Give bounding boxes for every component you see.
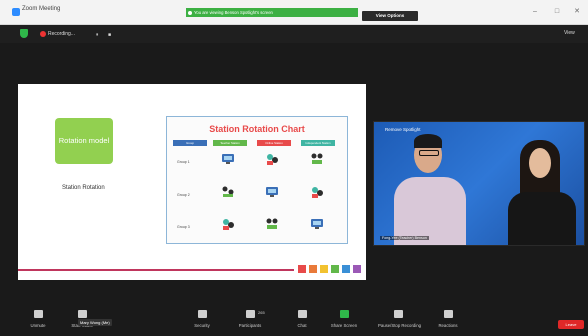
students-reading-icon xyxy=(266,218,278,229)
interpreter-face xyxy=(529,148,551,178)
column-header-teacher: Teacher Station xyxy=(213,140,247,146)
speaker-hair xyxy=(414,134,442,148)
microphone-muted-icon xyxy=(33,310,43,318)
computer-icon xyxy=(222,154,234,164)
participant-video[interactable] xyxy=(373,121,585,246)
recording-label: Recording... xyxy=(48,31,75,37)
students-reading-icon xyxy=(311,153,323,164)
window-title: Zoom Meeting xyxy=(22,6,61,12)
participants-label: Participants xyxy=(238,323,262,328)
teacher-group-icon xyxy=(223,219,234,230)
meeting-top-bar xyxy=(0,25,588,43)
share-screen-label: Share Screen xyxy=(330,323,358,328)
chart-title: Station Rotation Chart xyxy=(209,124,305,134)
participants-count: 265 xyxy=(258,310,265,315)
shared-screen-slide: Rotation model Station Rotation Station … xyxy=(18,84,366,280)
security-label: Security xyxy=(194,323,210,328)
pause-stop-icon xyxy=(393,310,403,318)
group-3-label: Group 3 xyxy=(177,225,190,229)
zoom-logo-icon xyxy=(12,8,20,16)
chat-button[interactable]: Chat xyxy=(282,310,322,328)
group-2-label: Group 2 xyxy=(177,193,190,197)
color-swatch xyxy=(353,265,361,273)
view-options-button[interactable]: View Options xyxy=(362,11,418,21)
color-swatch xyxy=(298,265,306,273)
speaker-figure xyxy=(394,177,466,245)
maximize-button[interactable]: □ xyxy=(552,8,562,16)
group-1-label: Group 1 xyxy=(177,160,190,164)
reactions-button[interactable]: Reactions xyxy=(428,310,468,328)
leave-button[interactable]: Leave xyxy=(558,320,584,329)
chat-label: Chat xyxy=(297,323,307,328)
pause-recording-icon[interactable]: ⏸ xyxy=(96,32,99,38)
camera-off-icon xyxy=(77,310,87,318)
encryption-shield-icon[interactable] xyxy=(20,29,28,38)
shield-icon xyxy=(197,310,207,318)
color-swatch xyxy=(342,265,350,273)
unmute-button[interactable]: Unmute xyxy=(18,310,58,328)
station-rotation-label: Station Rotation xyxy=(62,185,105,191)
color-swatch xyxy=(331,265,339,273)
reactions-icon xyxy=(443,310,453,318)
stop-recording-icon[interactable]: ■ xyxy=(108,32,111,38)
teacher-group-icon xyxy=(267,154,278,165)
computer-icon xyxy=(266,187,278,197)
view-button[interactable]: View xyxy=(564,30,575,36)
color-swatch xyxy=(320,265,328,273)
column-header-independent: Independent Station xyxy=(301,140,335,146)
screen-share-banner: You are viewing Benson Spotlight's scree… xyxy=(186,8,358,17)
participant-name-label: Fong-Yee (Teacher) Benson xyxy=(380,236,429,240)
security-button[interactable]: Security xyxy=(182,310,222,328)
pause-stop-recording-button[interactable]: Pause/Stop Recording xyxy=(378,310,421,328)
color-swatch xyxy=(309,265,317,273)
glasses-icon xyxy=(419,150,439,156)
students-reading-icon xyxy=(222,186,234,197)
name-tooltip: Mary Wong (Me) xyxy=(78,319,112,326)
station-rotation-chart: Station Rotation Chart Group Teacher Sta… xyxy=(166,116,348,244)
recording-icon xyxy=(40,31,46,37)
pause-stop-recording-label: Pause/Stop Recording xyxy=(378,323,421,328)
rotation-model-box: Rotation model xyxy=(55,118,113,164)
unmute-label: Unmute xyxy=(30,323,46,328)
share-banner-text: You are viewing Benson Spotlight's scree… xyxy=(194,10,273,15)
reactions-label: Reactions xyxy=(438,323,458,328)
share-screen-icon xyxy=(339,310,349,318)
participants-icon xyxy=(245,310,255,318)
column-header-group: Group xyxy=(173,140,207,146)
share-indicator-icon xyxy=(188,10,192,15)
computer-icon xyxy=(311,219,323,229)
slide-footer-line xyxy=(18,269,294,271)
chat-icon xyxy=(297,310,307,318)
close-button[interactable]: ✕ xyxy=(572,8,582,16)
column-header-online: Online Station xyxy=(257,140,291,146)
teacher-group-icon xyxy=(312,187,323,198)
remove-spotlight-label[interactable]: Remove Spotlight xyxy=(385,127,421,132)
minimize-button[interactable]: – xyxy=(530,8,540,16)
interpreter-figure xyxy=(508,192,576,245)
share-screen-button[interactable]: Share Screen xyxy=(324,310,364,328)
